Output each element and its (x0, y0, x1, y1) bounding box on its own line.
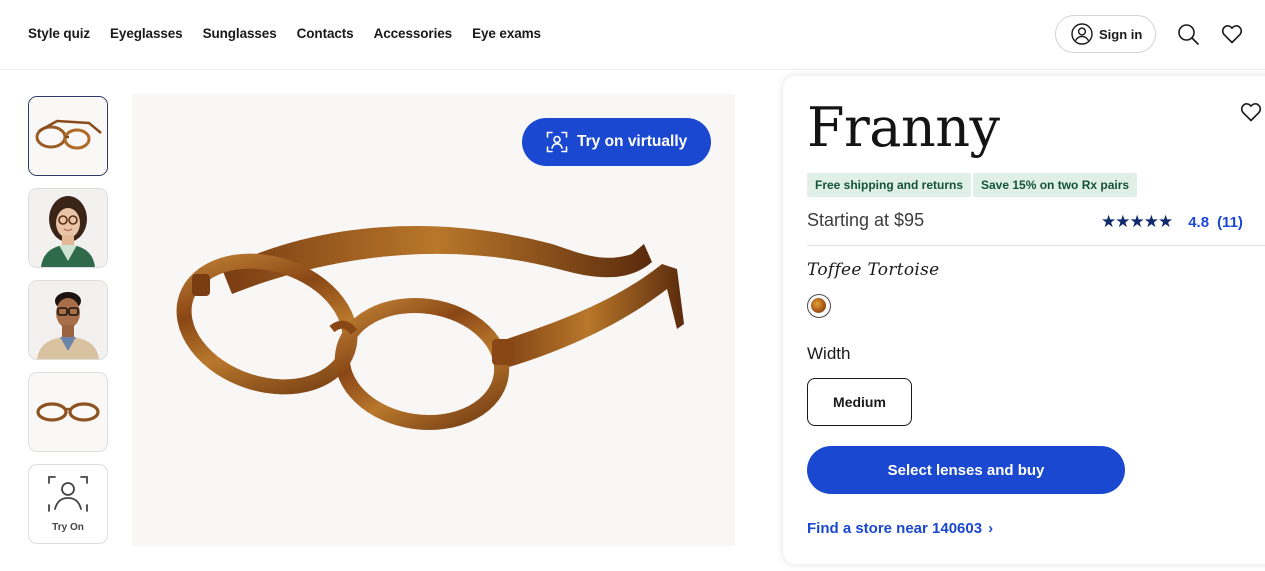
nav-eye-exams[interactable]: Eye exams (472, 26, 541, 41)
sign-in-label: Sign in (1099, 26, 1143, 42)
nav-accessories[interactable]: Accessories (374, 26, 453, 41)
width-label: Width (807, 344, 851, 363)
free-shipping-badge: Free shipping and returns (807, 173, 972, 197)
color-swatch-toffee-tortoise[interactable] (807, 294, 831, 318)
main-nav: Style quiz Eyeglasses Sunglasses Contact… (28, 26, 561, 41)
search-icon[interactable] (1176, 22, 1200, 46)
nav-contacts[interactable]: Contacts (297, 26, 354, 41)
glasses-front-image (29, 373, 107, 451)
rx-discount-badge: Save 15% on two Rx pairs (973, 173, 1138, 197)
try-on-thumb-caption: Try On (52, 522, 84, 533)
product-price: Starting at $95 (807, 210, 925, 230)
try-on-virtually-label: Try on virtually (577, 133, 688, 150)
chevron-right-icon: › (988, 520, 994, 537)
star-rating-icon: ★★★★★ (1101, 212, 1173, 231)
select-lenses-button[interactable]: Select lenses and buy (807, 446, 1125, 494)
color-swatch-fill (811, 298, 826, 313)
sign-in-button[interactable]: Sign in (1055, 15, 1156, 53)
nav-eyeglasses[interactable]: Eyeglasses (110, 26, 183, 41)
color-name: Toffee Tortoise (807, 260, 940, 280)
user-icon (1071, 23, 1093, 45)
width-option-medium[interactable]: Medium (807, 378, 912, 426)
heart-icon[interactable] (1239, 100, 1263, 124)
glasses-angle-image (29, 97, 107, 175)
thumbnail-front-angle[interactable] (28, 96, 108, 176)
thumbnail-model-woman[interactable] (28, 188, 108, 268)
find-store-label: Find a store near 140603 (807, 520, 983, 537)
nav-sunglasses[interactable]: Sunglasses (203, 26, 277, 41)
rating-score: 4.8 (1188, 213, 1210, 231)
top-navigation: Style quiz Eyeglasses Sunglasses Contact… (0, 0, 1265, 70)
product-title: Franny (807, 96, 1000, 159)
product-rating[interactable]: ★★★★★ 4.8 (11) (1101, 212, 1243, 232)
product-info-panel: Franny Free shipping and returns Save 15… (783, 76, 1265, 564)
nav-style-quiz[interactable]: Style quiz (28, 26, 90, 41)
thumbnail-front[interactable] (28, 372, 108, 452)
divider (807, 245, 1265, 246)
heart-icon[interactable] (1220, 22, 1244, 46)
face-scan-icon (546, 131, 568, 153)
thumbnail-model-man[interactable] (28, 280, 108, 360)
find-store-link[interactable]: Find a store near 140603 › (807, 520, 993, 537)
model-man-image (29, 281, 107, 359)
product-main-image: Try on virtually (132, 94, 735, 546)
thumbnail-try-on[interactable]: Try On (28, 464, 108, 544)
model-woman-image (29, 189, 107, 267)
rating-count: (11) (1217, 213, 1243, 231)
try-on-virtually-button[interactable]: Try on virtually (522, 118, 711, 166)
